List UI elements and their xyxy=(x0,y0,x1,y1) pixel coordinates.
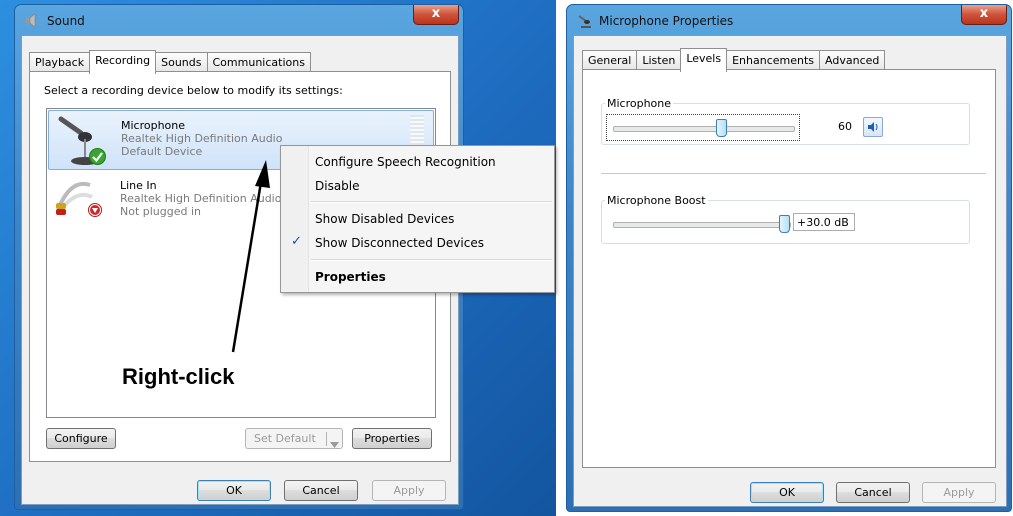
boost-value: +30.0 dB xyxy=(793,213,855,231)
microphone-properties-window: Microphone Properties x General Listen L… xyxy=(566,4,1012,512)
speaker-icon xyxy=(25,13,41,28)
close-button[interactable]: x xyxy=(413,5,459,25)
context-menu: Configure Speech Recognition Disable Sho… xyxy=(280,145,555,293)
mic-client-area: General Listen Levels Enhancements Advan… xyxy=(573,35,1007,507)
close-button[interactable]: x xyxy=(961,5,1007,25)
menu-item-disable[interactable]: Disable xyxy=(315,179,360,193)
chevron-down-icon[interactable] xyxy=(330,435,339,454)
levels-tab-panel: Microphone 60 Microphone Boost +30.0 dB xyxy=(582,69,996,468)
ok-button[interactable]: OK xyxy=(197,480,271,501)
speaker-icon[interactable] xyxy=(863,117,883,137)
boost-slider[interactable] xyxy=(779,215,790,233)
mic-properties-titlebar[interactable]: Microphone Properties x xyxy=(567,5,1011,35)
configure-button[interactable]: Configure xyxy=(46,428,116,449)
set-default-button[interactable]: Set Default xyxy=(245,428,343,449)
red-down-arrow-icon xyxy=(88,203,102,220)
menu-separator xyxy=(311,201,552,203)
instruction-text: Select a recording device below to modif… xyxy=(44,84,343,97)
microphone-slider-track xyxy=(613,126,795,132)
checkmark-icon: ✓ xyxy=(291,234,302,249)
device-driver: Realtek High Definition Audio xyxy=(120,192,282,205)
window-title: Microphone Properties xyxy=(599,14,734,28)
tab-listen[interactable]: Listen xyxy=(636,50,682,71)
tab-general[interactable]: General xyxy=(582,50,638,71)
menu-item-configure-speech[interactable]: Configure Speech Recognition xyxy=(315,155,496,169)
apply-button[interactable]: Apply xyxy=(372,480,446,501)
green-check-icon xyxy=(89,148,106,168)
properties-button[interactable]: Properties xyxy=(352,428,432,449)
tab-playback[interactable]: Playback xyxy=(29,52,91,73)
microphone-slider[interactable] xyxy=(716,119,727,137)
microphone-boost-label: Microphone Boost xyxy=(605,194,708,207)
device-status: Not plugged in xyxy=(120,205,202,218)
tab-recording[interactable]: Recording xyxy=(89,50,157,74)
gutter xyxy=(281,146,309,292)
menu-item-show-disconnected[interactable]: Show Disconnected Devices xyxy=(315,236,484,250)
tab-sounds[interactable]: Sounds xyxy=(155,52,208,73)
apply-button[interactable]: Apply xyxy=(922,482,996,503)
device-status: Default Device xyxy=(121,145,203,158)
device-name: Microphone xyxy=(121,119,186,132)
menu-item-properties[interactable]: Properties xyxy=(315,270,386,284)
cancel-button[interactable]: Cancel xyxy=(284,480,358,501)
boost-slider-track xyxy=(613,222,791,228)
tab-advanced[interactable]: Advanced xyxy=(819,50,886,71)
separator xyxy=(326,432,327,446)
microphone-group-label: Microphone xyxy=(605,97,674,110)
set-default-label: Set Default xyxy=(254,432,316,445)
right-click-label: Right-click xyxy=(122,364,235,389)
cancel-button[interactable]: Cancel xyxy=(836,482,910,503)
menu-separator xyxy=(311,259,552,261)
window-title: Sound xyxy=(47,14,85,28)
microphone-level-value: 60 xyxy=(838,120,852,133)
divider xyxy=(601,173,986,174)
microphone-icon xyxy=(577,14,593,28)
tab-enhancements[interactable]: Enhancements xyxy=(726,50,821,71)
sound-titlebar[interactable]: Sound x xyxy=(15,5,463,35)
menu-item-show-disabled[interactable]: Show Disabled Devices xyxy=(315,212,454,226)
ok-button[interactable]: OK xyxy=(750,482,824,503)
tab-communications[interactable]: Communications xyxy=(206,52,311,73)
device-driver: Realtek High Definition Audio xyxy=(121,132,283,145)
tab-levels[interactable]: Levels xyxy=(680,48,728,72)
device-name: Line In xyxy=(120,179,157,192)
